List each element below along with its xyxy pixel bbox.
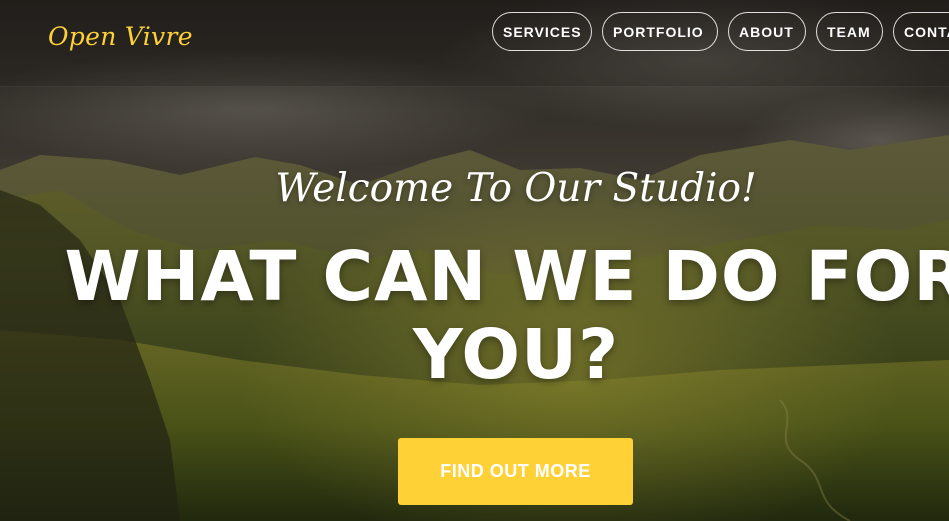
hero-heading: WHAT CAN WE DO FOR YOU? bbox=[64, 237, 949, 395]
nav-item-services[interactable]: SERVICES bbox=[492, 12, 592, 51]
hero-lead-text: Welcome To Our Studio! bbox=[275, 166, 757, 211]
nav-item-contact[interactable]: CONTACT bbox=[893, 12, 949, 51]
find-out-more-button[interactable]: FIND OUT MORE bbox=[398, 438, 633, 505]
nav-item-team[interactable]: TEAM bbox=[816, 12, 883, 51]
nav-links: SERVICES PORTFOLIO ABOUT TEAM CONTACT bbox=[492, 12, 949, 51]
navbar: Open Vivre SERVICES PORTFOLIO ABOUT TEAM… bbox=[0, 0, 949, 87]
nav-item-about[interactable]: ABOUT bbox=[728, 12, 806, 51]
hero-section: Open Vivre SERVICES PORTFOLIO ABOUT TEAM… bbox=[0, 0, 949, 521]
brand-logo[interactable]: Open Vivre bbox=[48, 22, 193, 51]
nav-item-portfolio[interactable]: PORTFOLIO bbox=[602, 12, 718, 51]
